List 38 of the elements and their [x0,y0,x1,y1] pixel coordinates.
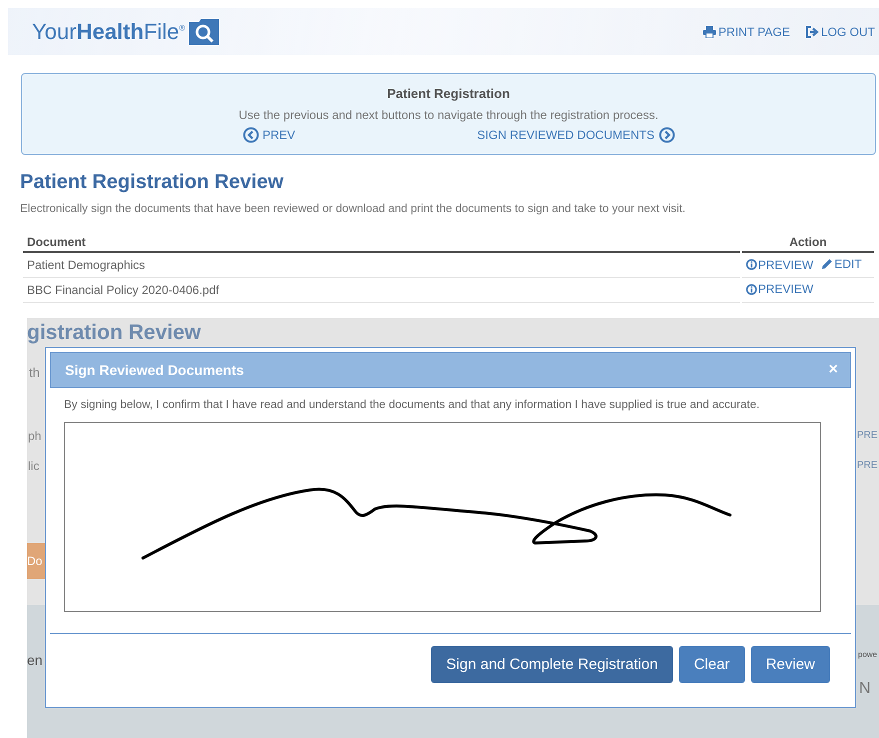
table-cell: Patient Demographics [23,253,740,278]
pencil-icon [821,258,834,270]
background-text: N [859,680,871,698]
logo-text: YourHealthFile$^{®}$ [32,18,186,44]
dialog-title: Sign Reviewed Documents [65,362,244,378]
prev-link[interactable]: PREV [242,127,296,143]
background-text: lic [28,460,40,474]
log-out-link[interactable]: LOG OUT [806,24,875,38]
signature-pad[interactable] [64,422,821,612]
table-cell: BBC Financial Policy 2020-0406.pdf [23,278,740,302]
search-icon [189,18,220,44]
background-text: th [29,366,40,381]
background-text: ph [28,430,42,444]
info-icon [746,284,757,294]
background-heading: gistration Review [27,320,201,345]
column-header: Document [23,231,740,253]
column-header: Action [742,231,874,253]
print-page-link[interactable]: PRINT PAGE [703,24,790,38]
consent-statement: By signing below, I confirm that I have read and understand the documents and that any information I have supplied is true and accurate. [64,399,761,411]
info-icon [746,259,757,270]
chevron-left-icon [242,127,258,143]
panel-instructions: Use the previous and next buttons to navigate through the registration process. [238,108,658,122]
page-description: Electronically sign the documents that have been reviewed or download and print the documents to sign and take to your next visit. [20,203,686,215]
chevron-right-icon [658,127,674,143]
background-text: powe [858,650,878,660]
close-button[interactable]: × [824,361,842,379]
sign-button[interactable]: Sign and Complete Registration [431,646,673,683]
preview-link[interactable]: PREVIEW [746,282,814,296]
next-link[interactable]: SIGN REVIEWED DOCUMENTS [477,127,674,143]
printer-icon [703,26,716,38]
edit-link[interactable]: EDIT [821,257,862,271]
page-title: Patient Registration Review [20,171,284,194]
panel-title: Patient Registration [387,86,510,101]
logout-icon [806,26,819,38]
background-logo: en [27,652,43,668]
preview-link[interactable]: PREVIEW [746,258,814,272]
dialog-button[interactable]: Clear [678,646,745,683]
dialog-button[interactable]: Review [750,646,830,683]
